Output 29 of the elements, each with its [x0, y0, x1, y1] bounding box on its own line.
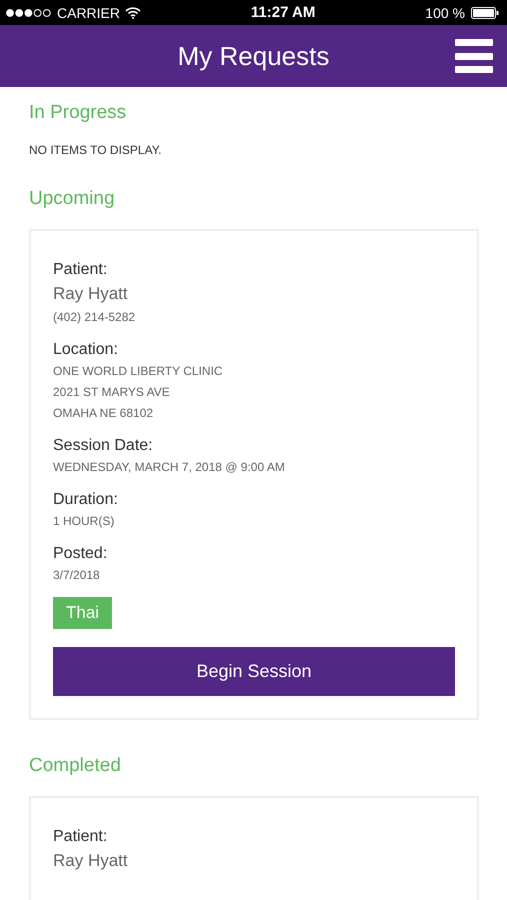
patient-name: Ray Hyatt	[53, 283, 129, 305]
field-label: Duration:	[53, 490, 119, 510]
field-value: 1 HOUR(S)	[53, 513, 116, 530]
language-tag: Thai	[53, 597, 112, 629]
field-label: Patient:	[53, 827, 108, 847]
signal-icon	[6, 8, 52, 16]
field-value: 3/7/2018	[53, 567, 101, 584]
field-label: Posted:	[53, 544, 108, 564]
field-value: ONE WORLD LIBERTY CLINIC	[53, 363, 224, 380]
field-value: 2021 ST MARYS AVE	[53, 384, 171, 401]
field-value: (402) 214-5282	[53, 309, 136, 326]
battery-icon	[470, 6, 499, 18]
wifi-icon	[125, 6, 142, 18]
section-title: Upcoming	[29, 187, 116, 211]
empty-message: NO ITEMS TO DISPLAY.	[29, 143, 162, 157]
field-value: OMAHA NE 68102	[53, 405, 154, 422]
section-title: In Progress	[29, 101, 128, 125]
menu-icon[interactable]	[455, 39, 493, 73]
field-label: Location:	[53, 340, 119, 360]
carrier-name: CARRIER	[57, 4, 120, 20]
battery-level: 100 %	[425, 4, 465, 20]
patient-name: Ray Hyatt	[53, 850, 129, 872]
begin-session-button[interactable]: Begin Session	[53, 647, 455, 696]
field-label: Patient:	[53, 260, 108, 280]
field-label: Session Date:	[53, 436, 154, 456]
field-value: WEDNESDAY, MARCH 7, 2018 @ 9:00 AM	[53, 459, 286, 476]
clock-time: 11:27 AM	[250, 4, 316, 21]
section-title: Completed	[29, 754, 122, 778]
page-title: My Requests	[178, 40, 330, 72]
